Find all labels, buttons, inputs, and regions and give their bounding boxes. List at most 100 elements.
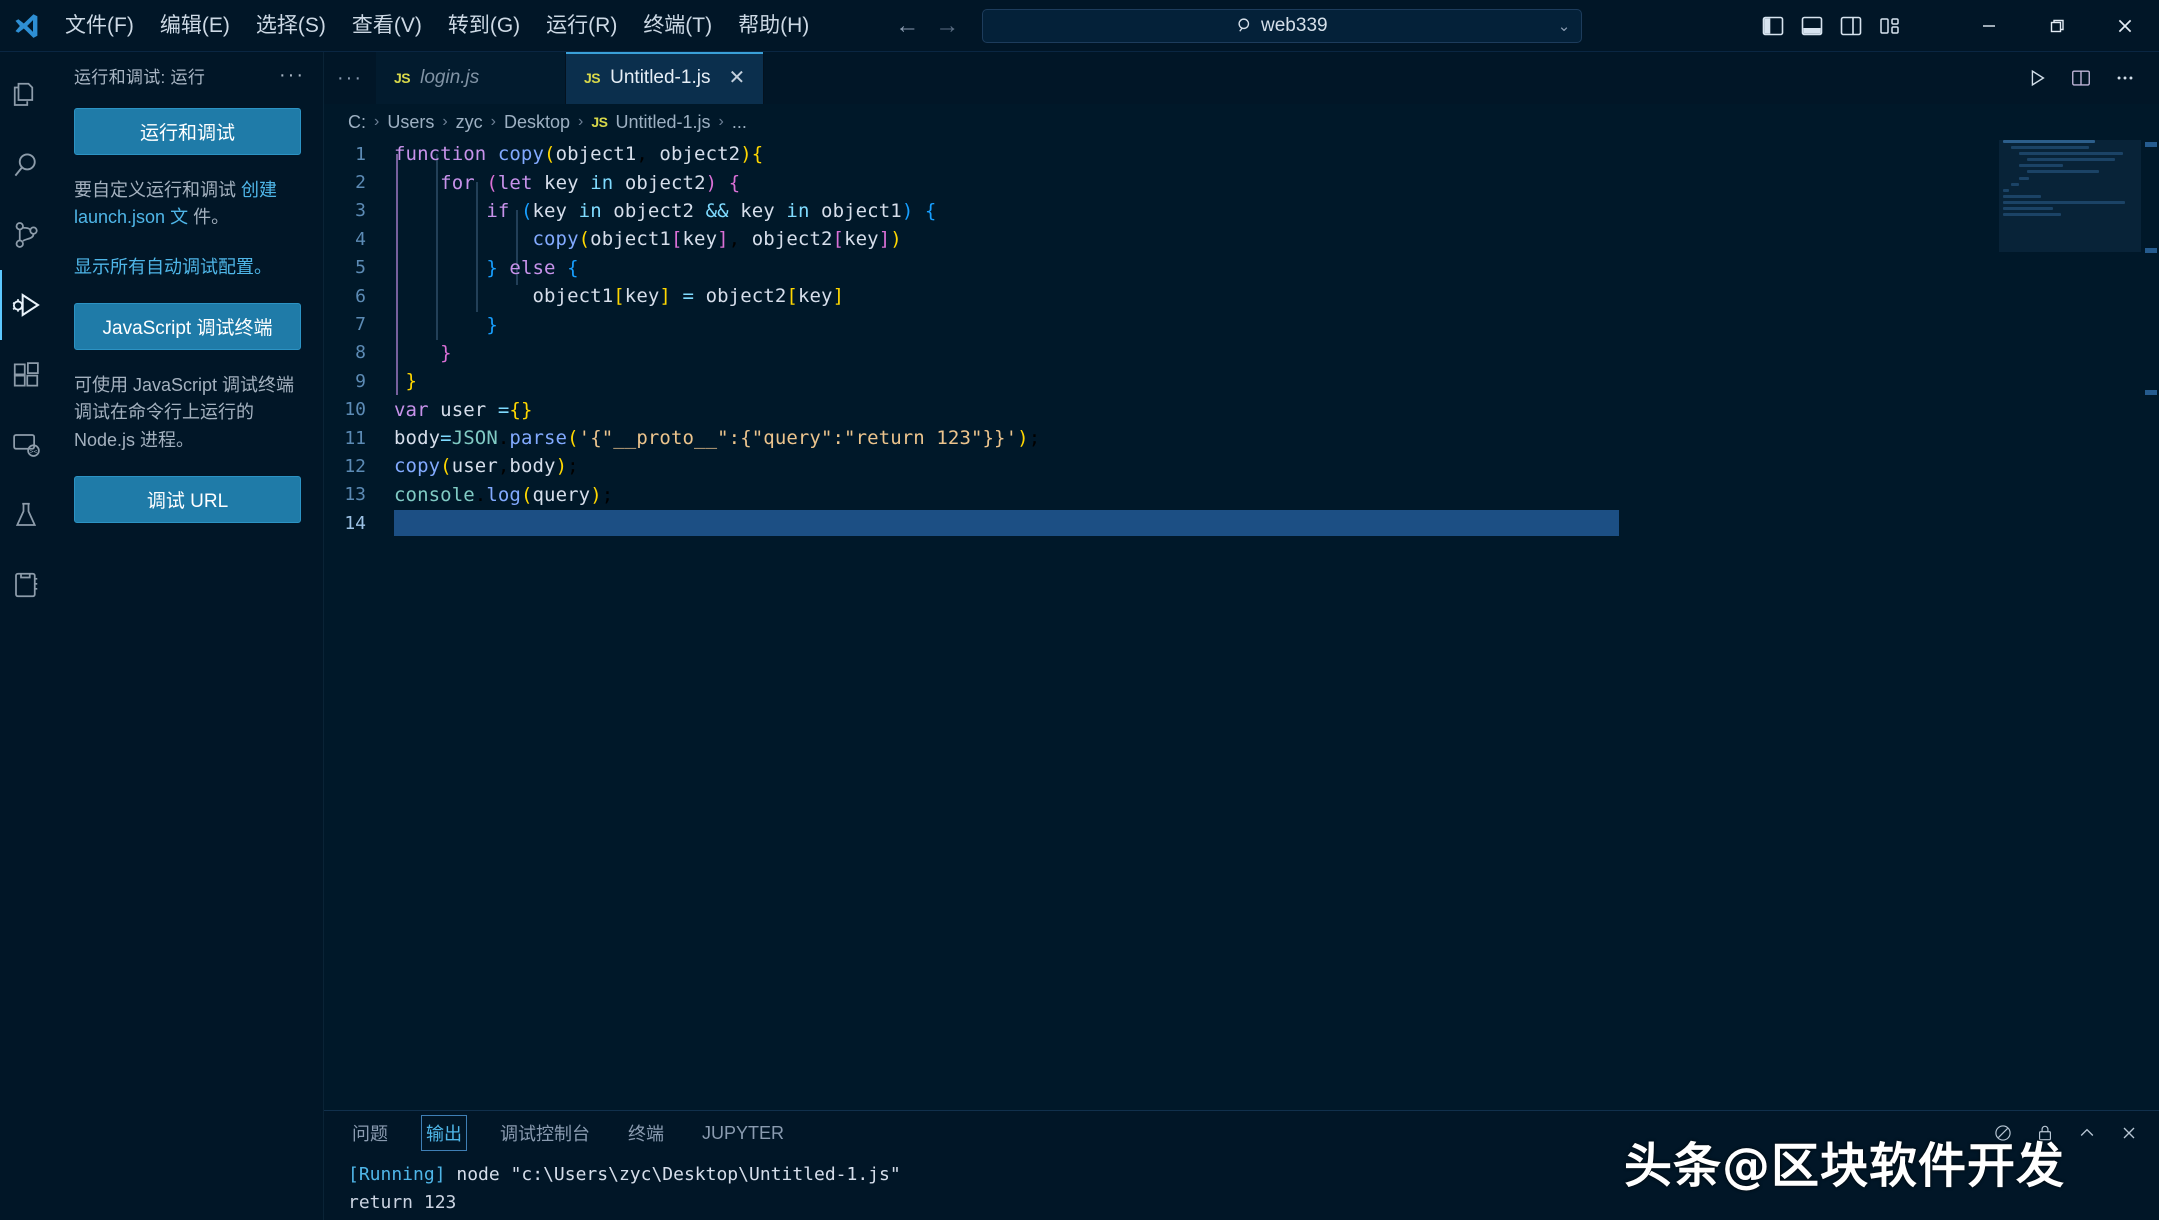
debug-url-button[interactable]: 调试 URL bbox=[74, 476, 301, 524]
menu-go[interactable]: 转到(G) bbox=[435, 10, 533, 41]
close-button[interactable] bbox=[2091, 0, 2159, 52]
js-file-icon: JS bbox=[591, 114, 608, 130]
show-all-auto-debug-text: 显示所有自动调试配置。 bbox=[74, 254, 301, 281]
minimap-line bbox=[2027, 158, 2115, 162]
js-debug-terminal-button[interactable]: JavaScript 调试终端 bbox=[74, 303, 301, 351]
split-editor-button[interactable] bbox=[2061, 58, 2101, 98]
tab-bar-overflow-icon[interactable]: ··· bbox=[324, 52, 376, 104]
breadcrumb-zyc[interactable]: zyc bbox=[456, 112, 483, 133]
breadcrumb-users[interactable]: Users bbox=[387, 112, 434, 133]
minimap[interactable] bbox=[1999, 140, 2141, 1110]
breadcrumb-drive[interactable]: C: bbox=[348, 112, 366, 133]
code-line[interactable]: 3 if (key in object2 && key in object1) … bbox=[324, 197, 2159, 225]
maximize-button[interactable] bbox=[2023, 0, 2091, 52]
breadcrumb-separator: › bbox=[374, 113, 380, 130]
menu-edit[interactable]: 编辑(E) bbox=[147, 10, 243, 41]
activity-extensions[interactable] bbox=[0, 340, 52, 410]
code-line[interactable]: 2 for (let key in object2) { bbox=[324, 168, 2159, 196]
code-line-active[interactable]: 14 bbox=[324, 509, 2159, 537]
go-back-icon[interactable]: ← bbox=[894, 12, 920, 40]
minimize-button[interactable] bbox=[1955, 0, 2023, 52]
line-content: console.log(query); bbox=[394, 483, 614, 506]
run-and-debug-button[interactable]: 运行和调试 bbox=[74, 108, 301, 155]
activity-testing[interactable] bbox=[0, 480, 52, 550]
menu-run[interactable]: 运行(R) bbox=[533, 10, 630, 41]
line-number: 14 bbox=[344, 512, 366, 534]
toggle-secondary-sidebar-icon[interactable] bbox=[1840, 16, 1862, 36]
activity-search[interactable] bbox=[0, 130, 52, 200]
line-content: } bbox=[486, 313, 498, 336]
code-line[interactable]: 1 function copy(object1, object2){ bbox=[324, 140, 2159, 168]
code-line[interactable]: 8 } bbox=[324, 339, 2159, 367]
code-line[interactable]: 4 copy(object1[key], object2[key]) bbox=[324, 225, 2159, 253]
code-line[interactable]: 6 object1[key] = object2[key] bbox=[324, 282, 2159, 310]
code-line[interactable]: 7 } bbox=[324, 310, 2159, 338]
menu-terminal[interactable]: 终端(T) bbox=[630, 10, 725, 41]
editor-more-actions[interactable] bbox=[2105, 58, 2145, 98]
tab-login-js[interactable]: JS login.js bbox=[376, 52, 566, 104]
js-file-icon: JS bbox=[394, 70, 411, 86]
code-line[interactable]: 13 console.log(query); bbox=[324, 481, 2159, 509]
toggle-primary-sidebar-icon[interactable] bbox=[1762, 16, 1784, 36]
extensions-icon bbox=[13, 362, 39, 387]
activity-run-debug[interactable] bbox=[0, 270, 52, 340]
maximize-panel-button[interactable] bbox=[2073, 1119, 2101, 1147]
help-prefix: 要自定义运行和调试 bbox=[74, 180, 236, 200]
activity-notebook[interactable] bbox=[0, 550, 52, 620]
search-content: web339 bbox=[1237, 15, 1328, 37]
close-panel-button[interactable] bbox=[2115, 1119, 2143, 1147]
svg-text:><: >< bbox=[30, 448, 38, 455]
go-forward-icon[interactable]: → bbox=[934, 12, 960, 40]
code-editor[interactable]: 1 function copy(object1, object2){ 2 for… bbox=[324, 140, 2159, 1110]
files-icon bbox=[13, 82, 34, 106]
activity-explorer[interactable] bbox=[0, 60, 52, 130]
sidebar-header: 运行和调试: 运行 ··· bbox=[52, 52, 323, 98]
editor-group: ··· JS login.js JS Untitled-1.js ✕ C: › … bbox=[324, 52, 2159, 1110]
selection-highlight bbox=[394, 510, 1619, 537]
line-number: 2 bbox=[355, 172, 366, 194]
panel-tab-debug-console[interactable]: 调试控制台 bbox=[496, 1116, 594, 1150]
scroll-decoration bbox=[2145, 248, 2157, 253]
line-number: 3 bbox=[355, 200, 366, 222]
breadcrumb-symbols[interactable]: ... bbox=[732, 112, 747, 133]
line-number: 6 bbox=[355, 285, 366, 307]
customize-layout-icon[interactable] bbox=[1879, 16, 1901, 36]
breadcrumb-separator: › bbox=[442, 113, 448, 130]
line-content: body=JSON.parse('{"__proto__":{"query":"… bbox=[394, 427, 1041, 450]
code-line[interactable]: 10 var user ={} bbox=[324, 396, 2159, 424]
activity-source-control[interactable] bbox=[0, 200, 52, 270]
breadcrumb-file[interactable]: Untitled-1.js bbox=[616, 112, 711, 133]
chevron-down-icon[interactable]: ⌄ bbox=[1558, 17, 1571, 35]
menu-selection[interactable]: 选择(S) bbox=[243, 10, 339, 41]
toggle-panel-icon[interactable] bbox=[1801, 16, 1823, 36]
line-number: 4 bbox=[355, 228, 366, 250]
editor-scrollbar[interactable] bbox=[2141, 140, 2159, 1110]
activity-bar: >< bbox=[0, 52, 52, 1220]
js-file-icon: JS bbox=[584, 70, 601, 86]
tab-untitled-1-js[interactable]: JS Untitled-1.js ✕ bbox=[566, 52, 765, 104]
menu-view[interactable]: 查看(V) bbox=[339, 10, 435, 41]
output-running-tag: [Running] bbox=[348, 1164, 446, 1185]
run-code-button[interactable] bbox=[2017, 58, 2057, 98]
show-all-auto-debug-link[interactable]: 显示所有自动调试配置。 bbox=[74, 257, 272, 277]
code-line[interactable]: 11 body=JSON.parse('{"__proto__":{"query… bbox=[324, 424, 2159, 452]
panel-tab-terminal[interactable]: 终端 bbox=[624, 1116, 668, 1150]
watermark-overlay: 头条@区块软件开发 bbox=[1624, 1138, 2066, 1194]
menu-file[interactable]: 文件(F) bbox=[52, 10, 147, 41]
search-icon bbox=[14, 153, 36, 177]
close-icon[interactable]: ✕ bbox=[728, 68, 745, 88]
minimap-line bbox=[2011, 182, 2019, 186]
breadcrumb-desktop[interactable]: Desktop bbox=[504, 112, 570, 133]
line-content: var user ={} bbox=[394, 398, 533, 421]
window-controls bbox=[1955, 0, 2159, 52]
panel-tab-problems[interactable]: 问题 bbox=[348, 1116, 392, 1150]
code-line[interactable]: 12 copy(user,body); bbox=[324, 452, 2159, 480]
panel-tab-output[interactable]: 输出 bbox=[421, 1115, 467, 1151]
activity-remote[interactable]: >< bbox=[0, 410, 52, 480]
code-line[interactable]: 5 } else { bbox=[324, 254, 2159, 282]
command-center-search[interactable]: web339 ⌄ bbox=[982, 8, 1583, 43]
sidebar-more-actions-icon[interactable]: ··· bbox=[279, 65, 305, 85]
menu-help[interactable]: 帮助(H) bbox=[725, 10, 822, 41]
code-line[interactable]: 9 } bbox=[324, 367, 2159, 395]
panel-tab-jupyter[interactable]: JUPYTER bbox=[698, 1119, 788, 1148]
